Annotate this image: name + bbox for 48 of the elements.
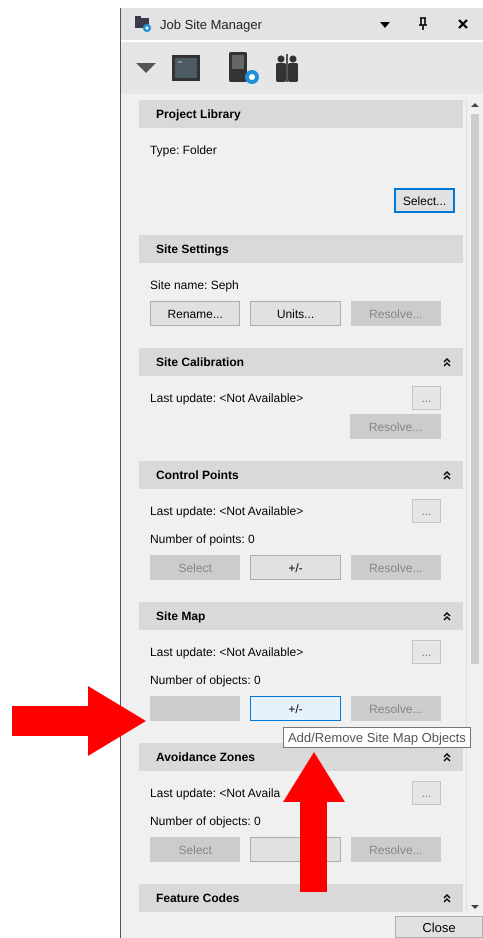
section-header[interactable]: Control Points — [139, 461, 463, 489]
collapse-icon[interactable] — [443, 894, 451, 902]
info-text: Last update: <Not Availa — [150, 786, 280, 800]
info-text: Number of objects: 0 — [150, 814, 261, 828]
more-button[interactable]: ... — [412, 386, 441, 410]
folder-icon — [135, 16, 152, 32]
action-button[interactable]: +/- — [250, 555, 341, 580]
device-icon[interactable] — [227, 51, 259, 85]
info-text: Number of objects: 0 — [150, 673, 261, 687]
terminal-icon[interactable] — [171, 54, 201, 82]
section-header[interactable]: Feature Codes — [139, 884, 463, 912]
dropdown-icon[interactable] — [135, 62, 157, 74]
info-text: Type: Folder — [150, 143, 217, 157]
collapse-icon[interactable] — [443, 752, 451, 762]
section-title: Site Settings — [156, 242, 229, 256]
tooltip: Add/Remove Site Map Objects — [283, 727, 471, 748]
section-title: Project Library — [156, 107, 241, 121]
scroll-up-icon — [470, 100, 480, 110]
people-icon[interactable] — [273, 53, 301, 83]
info-text: Last update: <Not Available> — [150, 504, 304, 518]
action-button[interactable]: Select... — [394, 188, 455, 213]
section-title: Avoidance Zones — [156, 750, 255, 764]
section-title: Site Map — [156, 609, 206, 623]
section-header[interactable]: Project Library — [139, 100, 463, 128]
section-title: Control Points — [156, 468, 239, 482]
info-text: Site name: Seph — [150, 278, 239, 292]
more-button[interactable]: ... — [412, 781, 441, 805]
pin-icon[interactable] — [417, 17, 429, 31]
section-header[interactable]: Site Calibration — [139, 348, 463, 376]
info-text: Last update: <Not Available> — [150, 645, 304, 659]
action-button[interactable]: Rename... — [150, 301, 240, 326]
section-header[interactable]: Site Settings — [139, 235, 463, 263]
window-title: Job Site Manager — [160, 16, 263, 32]
collapse-icon[interactable] — [443, 470, 451, 480]
more-button[interactable]: ... — [412, 499, 441, 523]
more-button[interactable]: ... — [412, 640, 441, 664]
section-title: Site Calibration — [156, 355, 244, 369]
action-button[interactable]: +/- — [250, 696, 341, 721]
action-button[interactable]: Units... — [250, 301, 341, 326]
section-header[interactable]: Site Map — [139, 602, 463, 630]
close-button[interactable]: Close — [395, 916, 483, 938]
info-text: Number of points: 0 — [150, 532, 255, 546]
close-icon[interactable] — [457, 18, 469, 30]
collapse-icon[interactable] — [443, 612, 451, 620]
info-text: Last update: <Not Available> — [150, 391, 304, 405]
collapse-icon[interactable] — [443, 358, 451, 366]
scroll-down-icon — [470, 902, 480, 912]
section-title: Feature Codes — [156, 891, 240, 905]
